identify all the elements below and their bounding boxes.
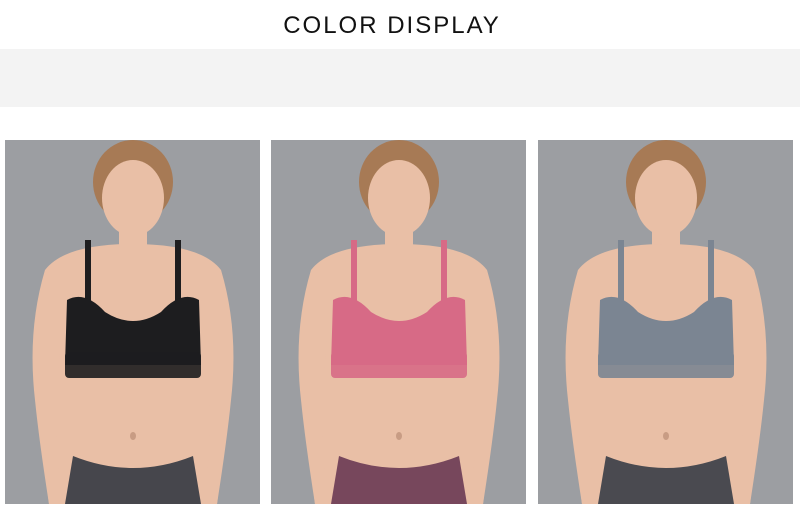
product-photo-black bbox=[5, 140, 260, 504]
underband bbox=[598, 352, 734, 378]
face bbox=[635, 160, 697, 236]
face bbox=[368, 160, 430, 236]
page-title: COLOR DISPLAY bbox=[283, 12, 501, 39]
underband bbox=[331, 352, 467, 378]
navel bbox=[396, 432, 402, 440]
header-band bbox=[0, 49, 800, 107]
model-figure bbox=[298, 140, 500, 504]
face bbox=[102, 160, 164, 236]
product-photo-grey bbox=[538, 140, 793, 504]
model-figure bbox=[565, 140, 767, 504]
navel bbox=[663, 432, 669, 440]
model-figure bbox=[32, 140, 234, 504]
navel bbox=[130, 432, 136, 440]
underband bbox=[65, 352, 201, 378]
product-photo-pink bbox=[271, 140, 526, 504]
